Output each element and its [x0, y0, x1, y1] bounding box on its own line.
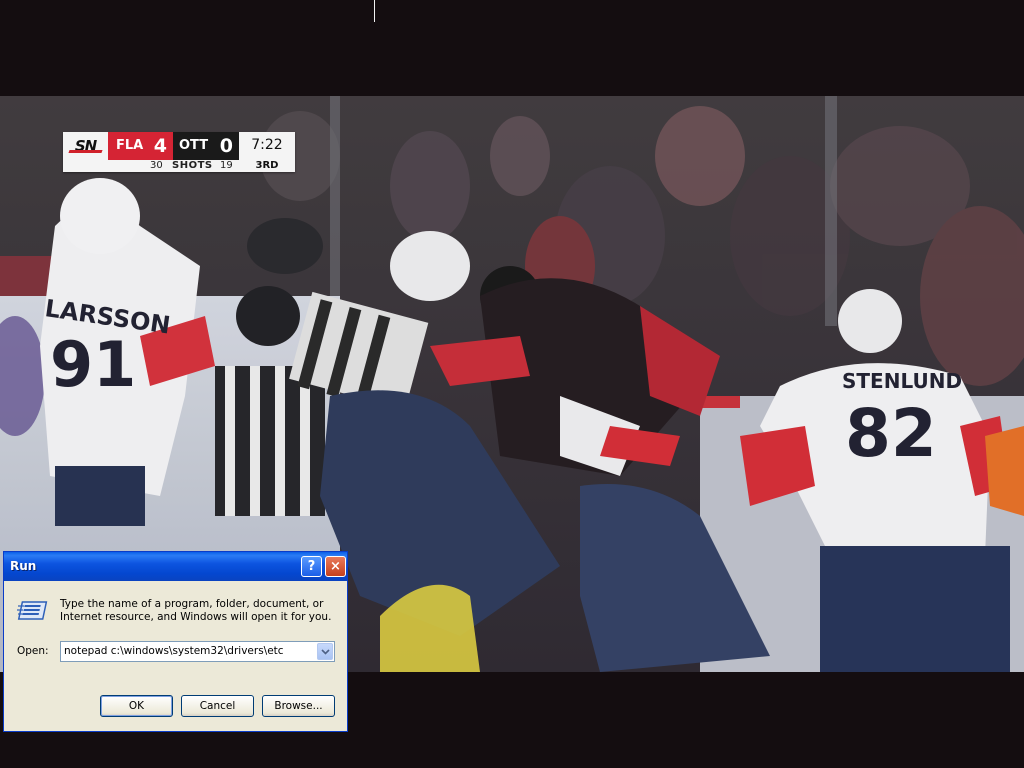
ok-button[interactable]: OK: [100, 695, 173, 717]
away-team-name: OTT: [179, 138, 209, 153]
run-dialog: Run ? × Type the name of a program, fold…: [3, 551, 348, 732]
home-shots: 30: [150, 160, 163, 171]
network-logo: SN: [63, 132, 108, 160]
run-program-icon: [17, 601, 48, 620]
logo-swoosh: [68, 150, 103, 153]
shots-label: SHOTS: [172, 160, 213, 171]
away-team-score: 0: [219, 135, 233, 157]
away-shots: 19: [220, 160, 233, 171]
text-cursor: [374, 0, 375, 22]
open-dropdown-button[interactable]: [317, 643, 333, 660]
home-team-name: FLA: [116, 138, 144, 153]
run-dialog-title: Run: [10, 559, 37, 573]
home-team-box: FLA 4: [108, 132, 173, 160]
shots-row: 30 SHOTS 19: [108, 160, 239, 172]
browse-button[interactable]: Browse...: [262, 695, 335, 717]
desktop: LARSSON 91 STENLUND 82 SN FLA 4 OTT 0 7:…: [0, 0, 1024, 768]
run-dialog-titlebar[interactable]: Run ? ×: [4, 552, 347, 581]
game-clock: 7:22: [251, 137, 283, 153]
game-period: 3RD: [255, 160, 279, 171]
open-label: Open:: [17, 645, 49, 657]
scoreboard: SN FLA 4 OTT 0 7:22 3RD 30 SHOTS 19: [63, 132, 295, 172]
home-team-score: 4: [153, 135, 167, 157]
away-team-box: OTT 0: [173, 132, 239, 160]
open-combobox[interactable]: notepad c:\windows\system32\drivers\etc: [60, 641, 335, 662]
run-description: Type the name of a program, folder, docu…: [60, 598, 332, 623]
help-button[interactable]: ?: [301, 556, 322, 577]
close-button[interactable]: ×: [325, 556, 346, 577]
cancel-button[interactable]: Cancel: [181, 695, 254, 717]
open-input[interactable]: notepad c:\windows\system32\drivers\etc: [64, 645, 284, 657]
chevron-down-icon: [320, 648, 330, 655]
